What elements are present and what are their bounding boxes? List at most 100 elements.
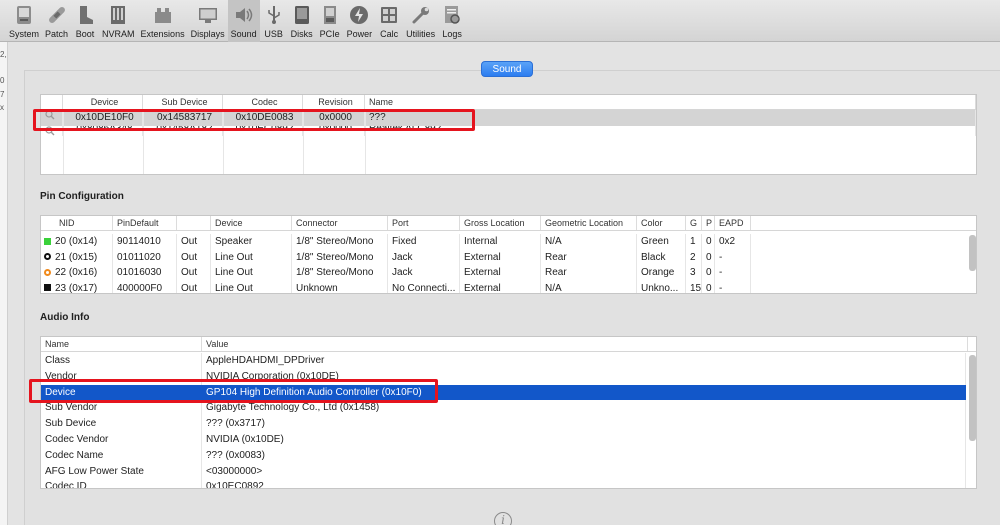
cell: 3 — [686, 265, 702, 281]
column-header-p[interactable]: P — [702, 216, 715, 230]
toolbar-item-displays[interactable]: Displays — [188, 0, 228, 42]
column-header-connector[interactable]: Connector — [292, 216, 388, 230]
cell: Unknown — [292, 280, 388, 293]
column-header-nid[interactable]: NID — [41, 216, 113, 230]
table-row[interactable]: AFG Low Power State <03000000> — [41, 463, 976, 480]
toolbar-label: Sound — [230, 29, 257, 39]
cell: AFG Low Power State — [41, 463, 202, 480]
table-row[interactable]: 21 (0x15) 01011020 Out Line Out 1/8" Ste… — [41, 249, 976, 265]
toolbar-item-boot[interactable]: Boot — [71, 0, 99, 42]
highlight-box — [33, 109, 475, 131]
toolbar-item-logs[interactable]: Logs — [438, 0, 466, 42]
toolbar-item-calc[interactable]: Calc — [375, 0, 403, 42]
toolbar-label: Power — [346, 29, 373, 39]
column-header-device[interactable]: Device — [211, 216, 292, 230]
column-header-name[interactable]: Name — [41, 337, 202, 351]
cell: 0 — [702, 234, 715, 250]
cell: ??? (0x3717) — [202, 416, 966, 432]
toolbar-item-disks[interactable]: Disks — [288, 0, 316, 42]
cell: N/A — [541, 234, 637, 250]
cell: 01011020 — [113, 249, 177, 265]
toolbar-item-extensions[interactable]: Extensions — [138, 0, 188, 42]
cell: 22 (0x16) — [55, 267, 98, 278]
cell: Line Out — [211, 280, 292, 293]
column-header-value[interactable]: Value — [202, 337, 968, 351]
toolbar-item-system[interactable]: System — [6, 0, 42, 42]
column-header-device[interactable]: Device — [63, 95, 143, 109]
column-header[interactable] — [41, 95, 63, 109]
cell: 90114010 — [113, 234, 177, 250]
power-icon — [348, 3, 370, 27]
devices-table: Device Sub Device Codec Revision Name 0x… — [40, 94, 977, 175]
table-row[interactable]: Class AppleHDAHDMI_DPDriver — [41, 353, 976, 369]
background-window-edge: 2, 0 7 x — [0, 42, 8, 525]
cell: NVIDIA (0x10DE) — [202, 431, 966, 448]
cell: Out — [177, 265, 211, 281]
cell: - — [715, 249, 751, 265]
tab-sound[interactable]: Sound — [481, 61, 533, 77]
table-header: NID PinDefault Device Connector Port Gro… — [41, 216, 976, 231]
cell: 2 — [686, 249, 702, 265]
table-header: Name Value — [41, 337, 976, 352]
speaker-icon — [233, 3, 255, 27]
toolbar-item-sound[interactable]: Sound — [227, 0, 260, 42]
table-row[interactable]: Codec ID 0x10EC0892 — [41, 479, 976, 488]
toolbar-item-power[interactable]: Power — [344, 0, 376, 42]
column-header-eapd[interactable]: EAPD — [715, 216, 751, 230]
table-row[interactable]: Codec Name??? (0x0083) — [41, 447, 976, 464]
disk-icon — [291, 3, 313, 27]
highlight-box — [29, 379, 438, 403]
logs-icon — [441, 3, 463, 27]
bandage-icon — [46, 3, 68, 27]
cell: N/A — [541, 280, 637, 293]
toolbar-label: Disks — [290, 29, 313, 39]
toolbar-label: Boot — [75, 29, 95, 39]
table-row[interactable]: Codec Vendor NVIDIA (0x10DE) — [41, 431, 976, 448]
column-header-color[interactable]: Color — [637, 216, 686, 230]
info-icon[interactable]: i — [494, 512, 512, 525]
orange-ring-icon — [44, 268, 51, 276]
column-header-geometric-location[interactable]: Geometric Location — [541, 216, 637, 230]
scrollbar-thumb[interactable] — [969, 355, 976, 441]
cell: Line Out — [211, 265, 292, 281]
cell: External — [460, 249, 541, 265]
cell: Rear — [541, 265, 637, 281]
toolbar-item-patch[interactable]: Patch — [42, 0, 71, 42]
column-header-revision[interactable]: Revision — [303, 95, 365, 109]
cell: 21 (0x15) — [55, 251, 98, 263]
cell: Jack — [388, 249, 460, 265]
table-row[interactable]: 23 (0x17) 400000F0 Out Line Out Unknown … — [41, 280, 976, 294]
table-row[interactable]: 22 (0x16) 01016030 Out Line Out 1/8" Ste… — [41, 265, 976, 281]
scrollbar-thumb[interactable] — [969, 235, 976, 271]
background-text: 2, — [0, 50, 7, 59]
column-header-direction[interactable] — [177, 216, 211, 230]
column-header-pindefault[interactable]: PinDefault — [113, 216, 177, 230]
column-header-g[interactable]: G — [686, 216, 702, 230]
nvram-icon — [107, 3, 129, 27]
black-square-icon — [44, 284, 51, 291]
table-header: Device Sub Device Codec Revision Name — [41, 95, 976, 110]
background-text: 0 — [0, 76, 5, 85]
cell: External — [460, 280, 541, 293]
toolbar-item-utilities[interactable]: Utilities — [403, 0, 438, 42]
column-header-gross-location[interactable]: Gross Location — [460, 216, 541, 230]
column-header-name[interactable]: Name — [365, 95, 976, 109]
toolbar-item-pcie[interactable]: PCIe — [316, 0, 344, 42]
column-header-sub-device[interactable]: Sub Device — [143, 95, 223, 109]
toolbar-label: USB — [264, 29, 283, 39]
toolbar-item-usb[interactable]: USB — [260, 0, 288, 42]
table-row[interactable]: Sub Device??? (0x3717) — [41, 416, 976, 432]
column-header-port[interactable]: Port — [388, 216, 460, 230]
cell: 0 — [702, 280, 715, 293]
cell: No Connecti... — [388, 280, 460, 293]
cell: 0 — [702, 265, 715, 281]
cell: Speaker — [211, 234, 292, 250]
toolbar: System Patch Boot NVRAM Extensions Displ… — [0, 0, 1000, 42]
table-row[interactable]: 20 (0x14) 90114010 Out Speaker 1/8" Ster… — [41, 234, 976, 250]
cell: 0x2 — [715, 234, 751, 250]
toolbar-item-nvram[interactable]: NVRAM — [99, 0, 138, 42]
column-header-codec[interactable]: Codec — [223, 95, 303, 109]
cell: Codec ID — [41, 479, 202, 488]
cell: 23 (0x17) — [55, 282, 98, 294]
section-title-pin-configuration: Pin Configuration — [40, 191, 124, 202]
